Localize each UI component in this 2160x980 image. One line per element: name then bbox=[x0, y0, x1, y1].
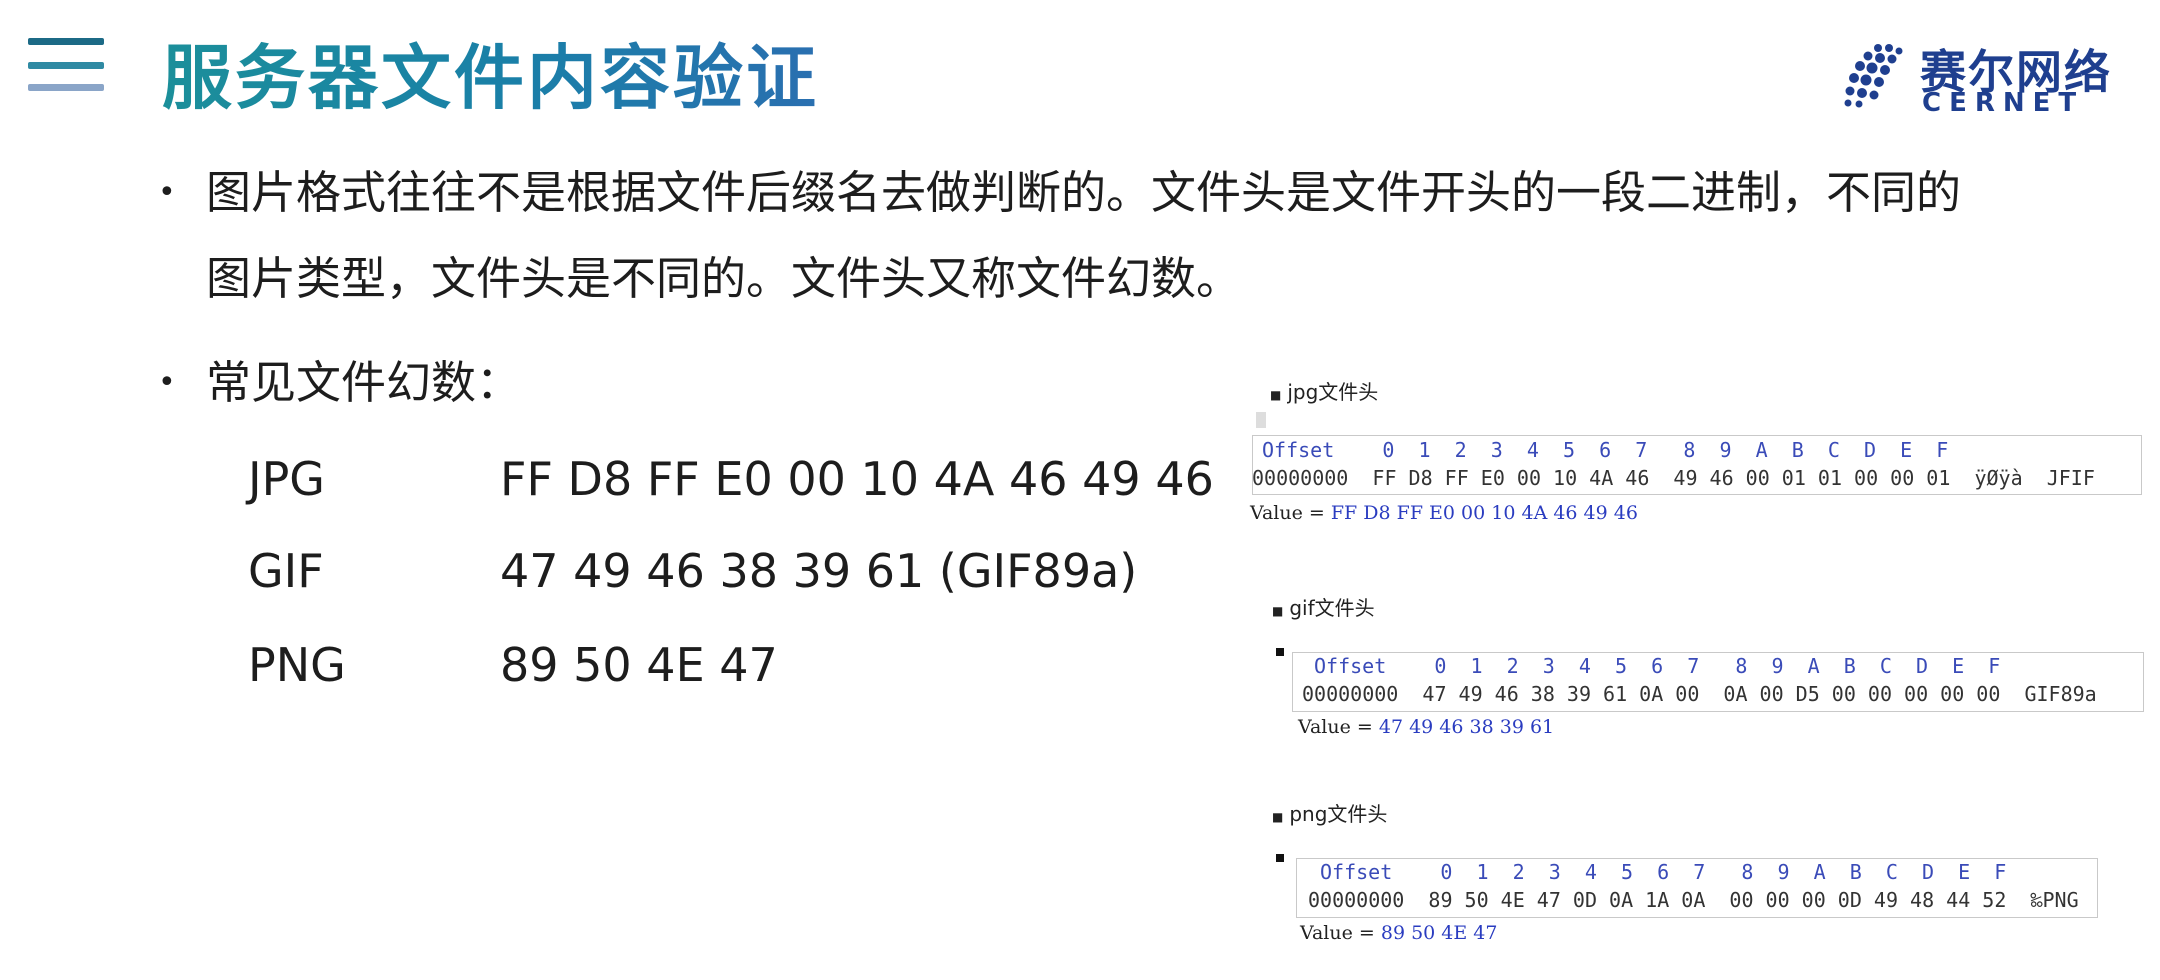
menu-line bbox=[28, 84, 104, 91]
page-title: 服务器文件内容验证 bbox=[162, 22, 819, 123]
cernet-globe-icon bbox=[1844, 44, 1903, 108]
logo-english-name: CERNET bbox=[1922, 88, 2085, 118]
cernet-logo: 赛尔网络 CERNET bbox=[1838, 36, 2110, 118]
bullet-mark bbox=[1276, 648, 1284, 656]
hex-data-row: 00000000 89 50 4E 47 0D 0A 1A 0A 00 00 0… bbox=[1308, 888, 2079, 912]
menu-icon[interactable] bbox=[28, 38, 104, 94]
bullet-mark bbox=[1276, 854, 1284, 862]
hex-panel-label-png: ■ png文件头 bbox=[1272, 802, 1388, 826]
hex-value-line: Value = 89 50 4E 47 bbox=[1300, 922, 1498, 944]
hex-offset-header: Offset 0 1 2 3 4 5 6 7 8 9 A B C D E F bbox=[1314, 654, 2001, 678]
bullet-dot: • bbox=[158, 175, 176, 210]
bullet-text-line1: 图片格式往往不是根据文件后缀名去做判断的。文件头是文件开头的一段二进制，不同的 bbox=[206, 166, 1962, 219]
magic-format: JPG bbox=[248, 452, 325, 506]
bullet-dot: • bbox=[158, 365, 176, 400]
hex-data-row: 00000000 FF D8 FF E0 00 10 4A 46 49 46 0… bbox=[1252, 466, 2095, 490]
magic-format: GIF bbox=[248, 544, 324, 598]
hex-panel-label-jpg: ■ jpg文件头 bbox=[1270, 380, 1379, 404]
hex-offset-header: Offset 0 1 2 3 4 5 6 7 8 9 A B C D E F bbox=[1262, 438, 1949, 462]
menu-line bbox=[28, 38, 104, 45]
magic-hex: FF D8 FF E0 00 10 4A 46 49 46 bbox=[500, 452, 1214, 506]
hex-panel-label-gif: ■ gif文件头 bbox=[1272, 596, 1375, 620]
cursor-mark bbox=[1256, 412, 1266, 428]
hex-value-line: Value = FF D8 FF E0 00 10 4A 46 49 46 bbox=[1250, 502, 1638, 524]
magic-format: PNG bbox=[248, 638, 346, 692]
hex-value-line: Value = 47 49 46 38 39 61 bbox=[1298, 716, 1555, 738]
magic-hex: 89 50 4E 47 bbox=[500, 638, 778, 692]
bullet-text: 常见文件幻数： bbox=[206, 356, 522, 409]
bullet-text-line2: 图片类型，文件头是不同的。文件头又称文件幻数。 bbox=[206, 252, 1242, 305]
menu-line bbox=[28, 62, 104, 69]
magic-hex: 47 49 46 38 39 61 (GIF89a) bbox=[500, 544, 1138, 598]
hex-data-row: 00000000 47 49 46 38 39 61 0A 00 0A 00 D… bbox=[1302, 682, 2097, 706]
hex-offset-header: Offset 0 1 2 3 4 5 6 7 8 9 A B C D E F bbox=[1320, 860, 2007, 884]
